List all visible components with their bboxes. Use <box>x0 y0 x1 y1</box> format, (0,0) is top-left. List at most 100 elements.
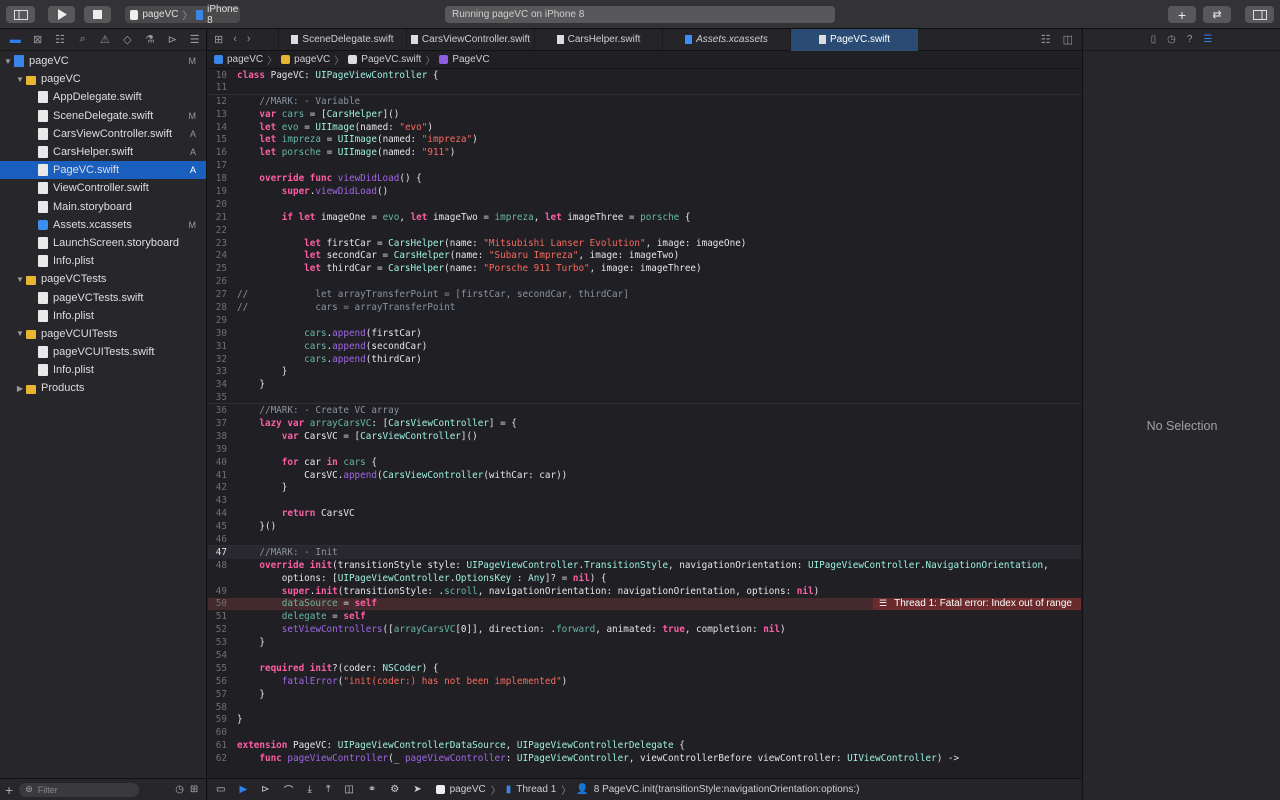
code-line[interactable]: 37 lazy var arrayCarsVC: [CarsViewContro… <box>208 417 1081 430</box>
line-number[interactable]: 60 <box>208 727 237 738</box>
code-line[interactable]: 10 class PageVC: UIPageViewController { <box>208 69 1081 82</box>
navigator-toggle-button[interactable] <box>6 6 35 23</box>
line-number[interactable]: 28 <box>208 302 237 313</box>
tree-item[interactable]: Info.plist <box>0 307 206 325</box>
code-line[interactable]: 12 //MARK: - Variable <box>208 95 1081 108</box>
code-line[interactable]: 51 delegate = self <box>208 610 1081 623</box>
code-line[interactable]: 57 } <box>208 688 1081 701</box>
tree-item[interactable]: CarsViewController.swift A <box>0 125 206 143</box>
line-number[interactable]: 37 <box>208 418 237 429</box>
tree-item[interactable]: pageVCUITests.swift <box>0 343 206 361</box>
line-number[interactable]: 30 <box>208 328 237 339</box>
debug-frame[interactable]: 8 PageVC.init(transitionStyle:navigation… <box>594 784 860 795</box>
stop-button[interactable] <box>84 6 111 23</box>
line-number[interactable]: 15 <box>208 134 237 145</box>
folder-icon[interactable]: ▬ <box>4 34 26 46</box>
line-number[interactable]: 25 <box>208 263 237 274</box>
code-line[interactable]: 42 } <box>208 482 1081 495</box>
line-number[interactable]: 62 <box>208 753 237 764</box>
line-number[interactable]: 55 <box>208 663 237 674</box>
code-line[interactable]: 55 required init?(coder: NSCoder) { <box>208 662 1081 675</box>
tree-item[interactable]: LaunchScreen.storyboard <box>0 234 206 252</box>
code-line[interactable]: 22 <box>208 224 1081 237</box>
code-line[interactable]: 54 <box>208 649 1081 662</box>
code-line[interactable]: 17 <box>208 159 1081 172</box>
disclosure-icon[interactable]: ▼ <box>2 57 14 66</box>
line-number[interactable]: 33 <box>208 366 237 377</box>
tree-item[interactable]: pageVCTests.swift <box>0 288 206 306</box>
line-number[interactable]: 54 <box>208 650 237 661</box>
continue-icon[interactable]: ⊳ <box>261 784 269 795</box>
code-line[interactable]: 31 cars.append(secondCar) <box>208 340 1081 353</box>
code-line[interactable]: 53 } <box>208 636 1081 649</box>
jump-bar-item[interactable]: PageVC <box>452 54 489 65</box>
editor-tab[interactable]: Assets.xcassets <box>662 28 790 51</box>
code-line[interactable]: 33 } <box>208 365 1081 378</box>
line-number[interactable]: 13 <box>208 109 237 120</box>
memory-graph-icon[interactable]: ⚭ <box>368 784 376 795</box>
code-line[interactable]: 49 super.init(transitionStyle: .scroll, … <box>208 585 1081 598</box>
tree-item[interactable]: ▼ pageVCTests <box>0 270 206 288</box>
line-number[interactable]: 29 <box>208 315 237 326</box>
jump-bar-item[interactable]: PageVC.swift <box>361 54 421 65</box>
code-line[interactable]: 16 let porsche = UIImage(named: "911") <box>208 146 1081 159</box>
line-number[interactable]: 48 <box>208 560 237 571</box>
code-line[interactable]: 15 let impreza = UIImage(named: "impreza… <box>208 133 1081 146</box>
tree-item[interactable]: Info.plist <box>0 252 206 270</box>
line-number[interactable]: 52 <box>208 624 237 635</box>
attributes-icon[interactable]: ☰ <box>1203 34 1212 45</box>
file-inspector-icon[interactable]: ▯ <box>1151 34 1157 45</box>
code-line[interactable]: 56 fatalError("init(coder:) has not been… <box>208 675 1081 688</box>
editor-tab[interactable]: SceneDelegate.swift <box>278 28 406 51</box>
debug-thread[interactable]: Thread 1 <box>516 784 556 795</box>
runtime-error-banner[interactable]: ☰ Thread 1: Fatal error: Index out of ran… <box>873 597 1081 611</box>
line-number[interactable]: 12 <box>208 96 237 107</box>
code-line[interactable]: 62 func pageViewController(_ pageViewCon… <box>208 752 1081 765</box>
disclosure-icon[interactable]: ▼ <box>14 75 26 84</box>
line-number[interactable]: 41 <box>208 470 237 481</box>
line-number[interactable]: 16 <box>208 147 237 158</box>
line-number[interactable]: 32 <box>208 354 237 365</box>
breakpoint-icon[interactable]: ⊳ <box>161 33 183 46</box>
warning-icon[interactable]: ⚠ <box>94 33 116 46</box>
step-out-icon[interactable]: ⤒ <box>326 784 330 795</box>
line-number[interactable]: 11 <box>208 82 237 93</box>
code-line[interactable]: 23 let firstCar = CarsHelper(name: "Mits… <box>208 237 1081 250</box>
code-line[interactable]: 11 <box>208 82 1081 95</box>
disclosure-icon[interactable]: ▼ <box>14 329 26 338</box>
library-button[interactable]: + <box>1168 6 1196 23</box>
hide-debug-area-icon[interactable]: ▭ <box>216 784 225 795</box>
line-number[interactable]: 50 <box>208 598 237 609</box>
search-icon[interactable]: ⌕ <box>71 33 93 46</box>
editor-tab[interactable]: CarsHelper.swift <box>534 28 662 51</box>
line-number[interactable]: 61 <box>208 740 237 751</box>
filter-input[interactable]: ⊜ Filter <box>19 782 140 797</box>
code-line[interactable]: 43 <box>208 494 1081 507</box>
line-number[interactable]: 31 <box>208 341 237 352</box>
line-number[interactable]: 39 <box>208 444 237 455</box>
code-line[interactable]: 40 for car in cars { <box>208 456 1081 469</box>
code-line[interactable]: 29 <box>208 314 1081 327</box>
code-line[interactable]: options: [UIPageViewController.OptionsKe… <box>208 572 1081 585</box>
recent-files-icon[interactable]: ◷ <box>175 784 184 795</box>
environment-icon[interactable]: ⚙ <box>390 784 399 795</box>
tree-item[interactable]: Assets.xcassets M <box>0 216 206 234</box>
code-line[interactable]: 35 <box>208 391 1081 405</box>
step-in-icon[interactable]: ⤓ <box>308 784 312 795</box>
code-line[interactable]: 34 } <box>208 378 1081 391</box>
split-editor-icon[interactable]: ◫ <box>1063 33 1073 46</box>
line-number[interactable]: 36 <box>208 405 237 416</box>
code-line[interactable]: 25 let thirdCar = CarsHelper(name: "Pors… <box>208 262 1081 275</box>
line-number[interactable]: 58 <box>208 702 237 713</box>
code-line[interactable]: 60 <box>208 726 1081 739</box>
tree-item[interactable]: ▼ pageVC M <box>0 52 206 70</box>
code-line[interactable]: 38 var CarsVC = [CarsViewController]() <box>208 430 1081 443</box>
code-line[interactable]: 50 dataSource = self ☰ Thread 1: Fatal err… <box>208 597 1081 611</box>
code-line[interactable]: 20 <box>208 198 1081 211</box>
line-number[interactable]: 27 <box>208 289 237 300</box>
code-line[interactable]: 44 return CarsVC <box>208 507 1081 520</box>
tree-item[interactable]: Main.storyboard <box>0 198 206 216</box>
code-line[interactable]: 26 <box>208 275 1081 288</box>
editor-options-icon[interactable]: ☷ <box>1041 33 1051 46</box>
code-review-button[interactable]: ⇄ <box>1203 6 1231 23</box>
